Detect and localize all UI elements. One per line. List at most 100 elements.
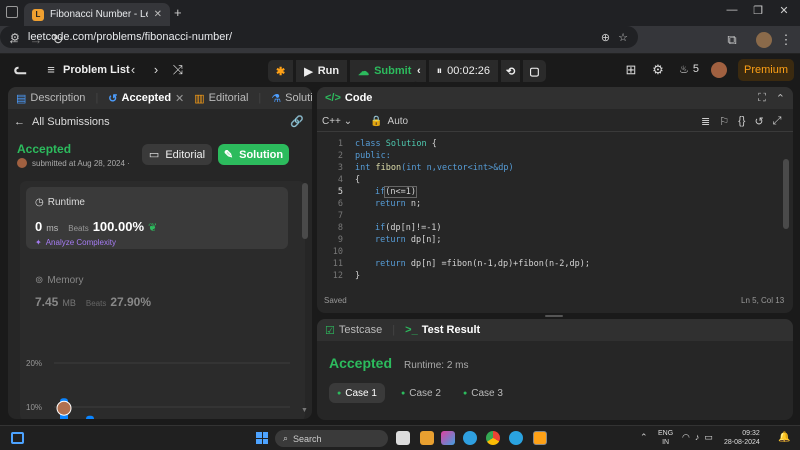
run-button[interactable]: ▶ Run [296, 60, 348, 82]
list-icon[interactable]: ≡ [44, 60, 58, 80]
close-tab-x-icon[interactable]: ✕ [175, 92, 184, 105]
new-tab-button[interactable]: + [174, 5, 182, 20]
url-omnibox[interactable]: ⚙ leetcode.com/problems/fibonacci-number… [0, 26, 638, 48]
close-tab-icon[interactable]: ✕ [154, 9, 162, 20]
copilot-icon[interactable] [441, 431, 455, 445]
left-scrollbar-thumb[interactable] [302, 183, 308, 239]
tab-menu-icon[interactable] [6, 6, 18, 18]
language-select[interactable]: C++ ⌄ [322, 116, 352, 127]
prev-problem-icon[interactable]: ‹ [126, 60, 140, 80]
code-token: dp[n] =fibon(n-1,dp)+fibon(n-2,dp); [405, 259, 590, 269]
shuffle-icon[interactable]: ⤨ [170, 60, 186, 80]
streak-counter[interactable]: ♨ 5 [679, 63, 699, 76]
language-indicator[interactable]: ENG IN [658, 429, 673, 447]
file-explorer-icon[interactable] [420, 431, 434, 445]
editor-toolbar: C++ ⌄ 🔒 Auto [322, 116, 408, 127]
streak-value: 5 [692, 63, 699, 75]
panel-resize-handle[interactable] [545, 315, 563, 317]
settings-gear-icon[interactable]: ⚙ [651, 60, 665, 80]
all-submissions-link[interactable]: ← All Submissions [14, 116, 110, 128]
timer-button[interactable]: ⏸ 00:02:26 [428, 60, 498, 82]
browser-menu-icon[interactable]: ⋮ [778, 32, 794, 48]
case-2-label: Case 2 [409, 387, 441, 399]
author-avatar[interactable] [17, 158, 27, 168]
chrome-leetcode-app-icon[interactable] [533, 431, 547, 445]
widgets-icon[interactable] [11, 432, 24, 444]
task-view-icon[interactable] [396, 431, 410, 445]
taskbar-search[interactable]: ⌕ Search [275, 430, 388, 447]
solution-button[interactable]: ✎ Solution [218, 144, 289, 165]
close-window-icon[interactable]: ✕ [774, 4, 794, 20]
code-editor[interactable]: 1 2 3 4 5 6 7 8 9 10 11 12 class Solutio… [325, 139, 775, 284]
back-arrow-icon: ← [14, 116, 25, 128]
notes-icon[interactable]: ▢ [523, 60, 546, 82]
tab-editorial[interactable]: ▥ Editorial [194, 92, 248, 105]
reset-timer-icon[interactable]: ⟲ [501, 60, 521, 82]
tray-chevron-icon[interactable]: ⌃ [640, 432, 648, 443]
analyze-complexity-link[interactable]: ✦ Analyze Complexity [35, 238, 116, 247]
back-arrow-icon[interactable]: ← [6, 32, 22, 48]
format-icon[interactable]: ≣ [701, 115, 710, 128]
expand-icon[interactable]: ⛶ [758, 92, 766, 105]
code-token: fibon [375, 163, 402, 173]
address-bar-row: ← → ↻ ⚙ leetcode.com/problems/fibonacci-… [0, 26, 800, 54]
scroll-down-icon[interactable]: ▼ [301, 407, 308, 414]
clock-icon: ◷ [35, 197, 44, 208]
debug-button[interactable]: ✱ [268, 60, 294, 82]
case-1-button[interactable]: ● Case 1 [329, 383, 385, 403]
tab-description[interactable]: ▤ Description [16, 92, 85, 105]
editor-scrollbar-thumb[interactable] [783, 159, 789, 229]
minimize-icon[interactable]: — [722, 4, 742, 20]
braces-icon[interactable]: {} [738, 115, 745, 128]
code-line: return dp[n]; [375, 235, 442, 245]
collapse-icon[interactable]: ⌃ [776, 92, 785, 105]
solution-button-label: Solution [239, 148, 284, 161]
submit-button[interactable]: ☁ Submit [350, 60, 420, 82]
bookmark-star-icon[interactable]: ☆ [618, 31, 628, 44]
editorial-button[interactable]: ▭ Editorial [142, 144, 212, 165]
chart-tick-label: 20% [26, 359, 42, 368]
tab-test-result[interactable]: >_ Test Result [405, 324, 480, 336]
forward-arrow-icon[interactable]: → [28, 32, 44, 48]
tab-testcase[interactable]: ☑ Testcase [325, 324, 382, 337]
code-token: (dp[n]!=-1) [385, 223, 442, 233]
case-3-button[interactable]: ● Case 3 [455, 383, 511, 403]
tab-divider: | [95, 92, 99, 104]
pause-icon: ⏸ [436, 64, 443, 77]
fullscreen-icon[interactable]: ⤢ [773, 115, 782, 128]
layout-icon[interactable]: ⊞ [624, 60, 638, 80]
book-icon: ▥ [194, 92, 205, 105]
telegram-icon[interactable] [509, 431, 523, 445]
tab-solutions[interactable]: ⚗Solutions [271, 92, 312, 105]
line-number: 3 [337, 163, 343, 173]
bookmark-icon[interactable]: ⚐ [719, 115, 729, 128]
zoom-icon[interactable]: ⊕ [601, 31, 610, 44]
windows-start-icon[interactable] [256, 432, 268, 444]
restore-icon[interactable]: ❐ [748, 4, 768, 20]
browser-tab[interactable]: L Fibonacci Number - LeetCode ✕ [24, 3, 170, 26]
notifications-icon[interactable]: 🔔 [778, 432, 790, 443]
timer-collapse-icon[interactable]: ‹ [412, 60, 426, 82]
line-number: 4 [337, 175, 343, 185]
mode-indicator[interactable]: 🔒 Auto [370, 116, 408, 127]
reset-code-icon[interactable]: ↺ [754, 115, 763, 128]
chrome-icon[interactable] [486, 431, 500, 445]
chart-bar[interactable] [86, 415, 94, 419]
code-token: int [355, 163, 371, 173]
system-tray[interactable]: ◠ ♪ ▭ [682, 432, 713, 443]
reload-icon[interactable]: ↻ [50, 32, 66, 48]
runtime-card[interactable]: ◷ Runtime 0 ms Beats 100.00% ❦ ✦ Analyze C… [26, 187, 288, 249]
premium-button[interactable]: Premium [738, 59, 794, 81]
code-token: return [375, 259, 406, 269]
case-2-button[interactable]: ● Case 2 [393, 383, 449, 403]
edge-icon[interactable] [463, 431, 477, 445]
tab-accepted[interactable]: ↺ Accepted ✕ [108, 92, 184, 105]
problem-list-link[interactable]: Problem List [63, 64, 130, 76]
clock[interactable]: 09:32 28-08-2024 [724, 429, 760, 447]
extensions-icon[interactable]: ⧉ [724, 32, 740, 48]
share-link-icon[interactable]: 🔗 [290, 115, 304, 128]
leetcode-logo-icon[interactable]: ᓚ [14, 60, 30, 78]
next-problem-icon[interactable]: › [149, 60, 163, 80]
profile-avatar[interactable] [756, 32, 772, 48]
user-avatar[interactable] [711, 62, 727, 78]
